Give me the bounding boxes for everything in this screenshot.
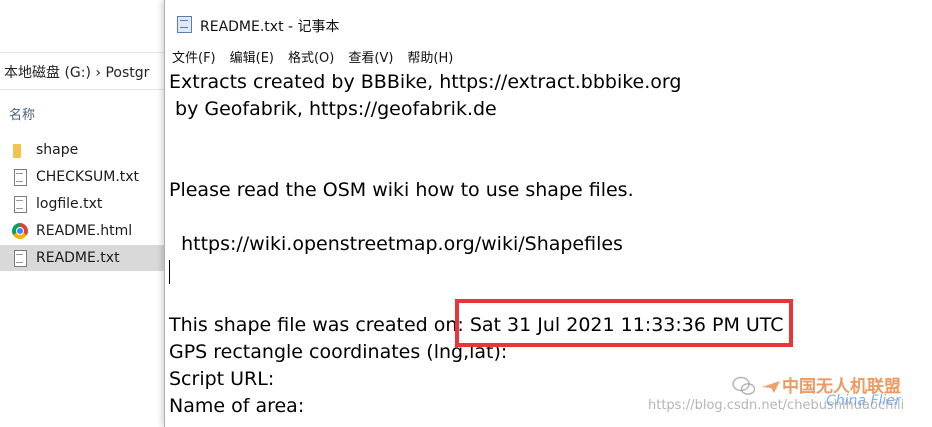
airplane-icon bbox=[762, 381, 780, 393]
menu-bar: 文件(F) 编辑(E) 格式(O) 查看(V) 帮助(H) bbox=[165, 44, 932, 68]
wechat-icon bbox=[732, 376, 756, 395]
menu-view[interactable]: 查看(V) bbox=[341, 44, 400, 68]
text-line: https://wiki.openstreetmap.org/wiki/Shap… bbox=[169, 233, 623, 255]
notepad-window: README.txt - 记事本 文件(F) 编辑(E) 格式(O) 查看(V)… bbox=[164, 0, 932, 427]
file-item-checksum[interactable]: CHECKSUM.txt bbox=[0, 164, 166, 190]
text-line: by Geofabrik, https://geofabrik.de bbox=[169, 98, 497, 120]
menu-help[interactable]: 帮助(H) bbox=[400, 44, 460, 68]
menu-file[interactable]: 文件(F) bbox=[165, 44, 223, 68]
chrome-icon bbox=[11, 222, 29, 240]
file-item-label: CHECKSUM.txt bbox=[36, 169, 140, 185]
text-line: Name of area: bbox=[169, 395, 305, 417]
text-caret bbox=[169, 260, 170, 284]
text-file-icon bbox=[11, 249, 29, 267]
file-item-label: README.txt bbox=[36, 250, 120, 266]
file-item-readme-txt[interactable]: README.txt bbox=[0, 245, 166, 271]
highlight-box bbox=[455, 299, 793, 347]
text-file-icon bbox=[11, 168, 29, 186]
title-bar[interactable]: README.txt - 记事本 bbox=[165, 0, 932, 44]
file-item-label: logfile.txt bbox=[36, 196, 103, 212]
watermark-logo: 中国无人机联盟 China Flier bbox=[756, 365, 926, 415]
folder-icon bbox=[11, 141, 29, 159]
notepad-icon bbox=[176, 16, 192, 33]
text-line: Script URL: bbox=[169, 368, 275, 390]
text-line: Please read the OSM wiki how to use shap… bbox=[169, 179, 634, 201]
text-file-icon bbox=[11, 195, 29, 213]
watermark-brand-en: China Flier bbox=[826, 393, 901, 409]
address-path[interactable]: 本地磁盘 (G:) › Postgr bbox=[4, 62, 149, 82]
menu-edit[interactable]: 编辑(E) bbox=[223, 44, 281, 68]
menu-format[interactable]: 格式(O) bbox=[281, 44, 341, 68]
file-item-label: README.html bbox=[36, 223, 133, 239]
column-header-name[interactable]: 名称 bbox=[9, 104, 35, 123]
window-title: README.txt - 记事本 bbox=[200, 19, 340, 35]
file-item-shape[interactable]: shape bbox=[0, 137, 166, 163]
file-item-label: shape bbox=[36, 142, 79, 158]
text-line: Extracts created by BBBike, https://extr… bbox=[169, 71, 682, 93]
file-item-logfile[interactable]: logfile.txt bbox=[0, 191, 166, 217]
file-item-readme-html[interactable]: README.html bbox=[0, 218, 166, 244]
